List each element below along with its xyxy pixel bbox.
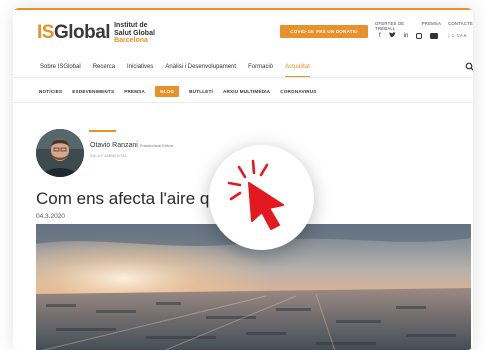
author-accent-line [89,130,116,132]
main-nav: Sobre ISGlobal Recerca Iniciatives Anàli… [13,58,473,78]
util-link-contact[interactable]: CONTACTE [448,21,473,31]
subnav-item-news[interactable]: NOTÍCIES [39,89,62,94]
logo-subtitle: Institut de Salut Global Barcelona [114,22,155,45]
nav-item-analysis[interactable]: Anàlisi i Desenvolupament [165,64,236,70]
twitter-icon[interactable] [388,32,396,40]
utility-links: OFERTES DE TREBALL PREMSA CONTACTE [375,21,473,31]
language-selector[interactable]: | ☺ CA ▾ [448,33,466,39]
sub-nav: NOTÍCIES ESDEVENIMENTS PREMSA BLOG BUTLL… [13,79,473,103]
logo-is: IS [37,22,54,44]
author-name-text: Otavio Ranzani [90,142,138,149]
util-link-press[interactable]: PREMSA [422,21,441,31]
search-icon[interactable] [465,62,473,72]
logo-city: Barcelona [114,37,148,44]
logo-global: Global [53,22,111,44]
youtube-icon[interactable] [430,33,439,39]
facebook-icon[interactable]: f [379,33,381,39]
site-header: IS Global Institut de Salut Global Barce… [13,10,473,58]
nav-item-initiatives[interactable]: Iniciatives [127,64,153,70]
linkedin-icon[interactable]: in [404,33,409,39]
isglobal-logo[interactable]: IS Global Institut de Salut Global Barce… [37,22,155,45]
subnav-item-events[interactable]: ESDEVENIMENTS [72,89,114,94]
author-avatar[interactable] [36,129,84,177]
subnav-item-press[interactable]: PREMSA [124,89,145,94]
article-title: Com ens afecta l'aire qu [36,189,219,208]
pointer-click-icon [227,159,284,230]
subnav-item-blog[interactable]: BLOG [155,86,180,97]
nav-item-training[interactable]: Formació [248,64,273,70]
nav-item-about[interactable]: Sobre ISGlobal [40,64,81,70]
social-links: f in | ☺ CA ▾ [379,32,466,40]
logo-line1: Institut de [114,22,148,29]
author-role: , Postdoctoral Fellow [137,144,174,148]
author-area: SALUT AMBIENTAL [90,154,128,158]
subnav-item-coronavirus[interactable]: CORONAVIRUS [280,89,316,94]
logo-line2: Salut Global [114,29,155,37]
subnav-item-newsletter[interactable]: BUTLLETÍ [189,89,213,94]
subnav-item-media-archive[interactable]: ARXIU MULTIMÈDIA [223,89,270,94]
util-link-jobs[interactable]: OFERTES DE TREBALL [375,21,415,31]
click-indicator-badge [209,145,314,250]
browser-frame: IS Global Institut de Salut Global Barce… [13,8,473,350]
article-date: 04.3.2020 [36,213,65,220]
instagram-icon[interactable] [416,33,423,39]
nav-item-news[interactable]: Actualitat [285,64,310,77]
author-name[interactable]: Otavio Ranzani, Postdoctoral Fellow [90,142,173,149]
donate-button[interactable]: COVID-19: FES UN DONATIU [280,25,368,38]
nav-item-research[interactable]: Recerca [93,64,115,70]
